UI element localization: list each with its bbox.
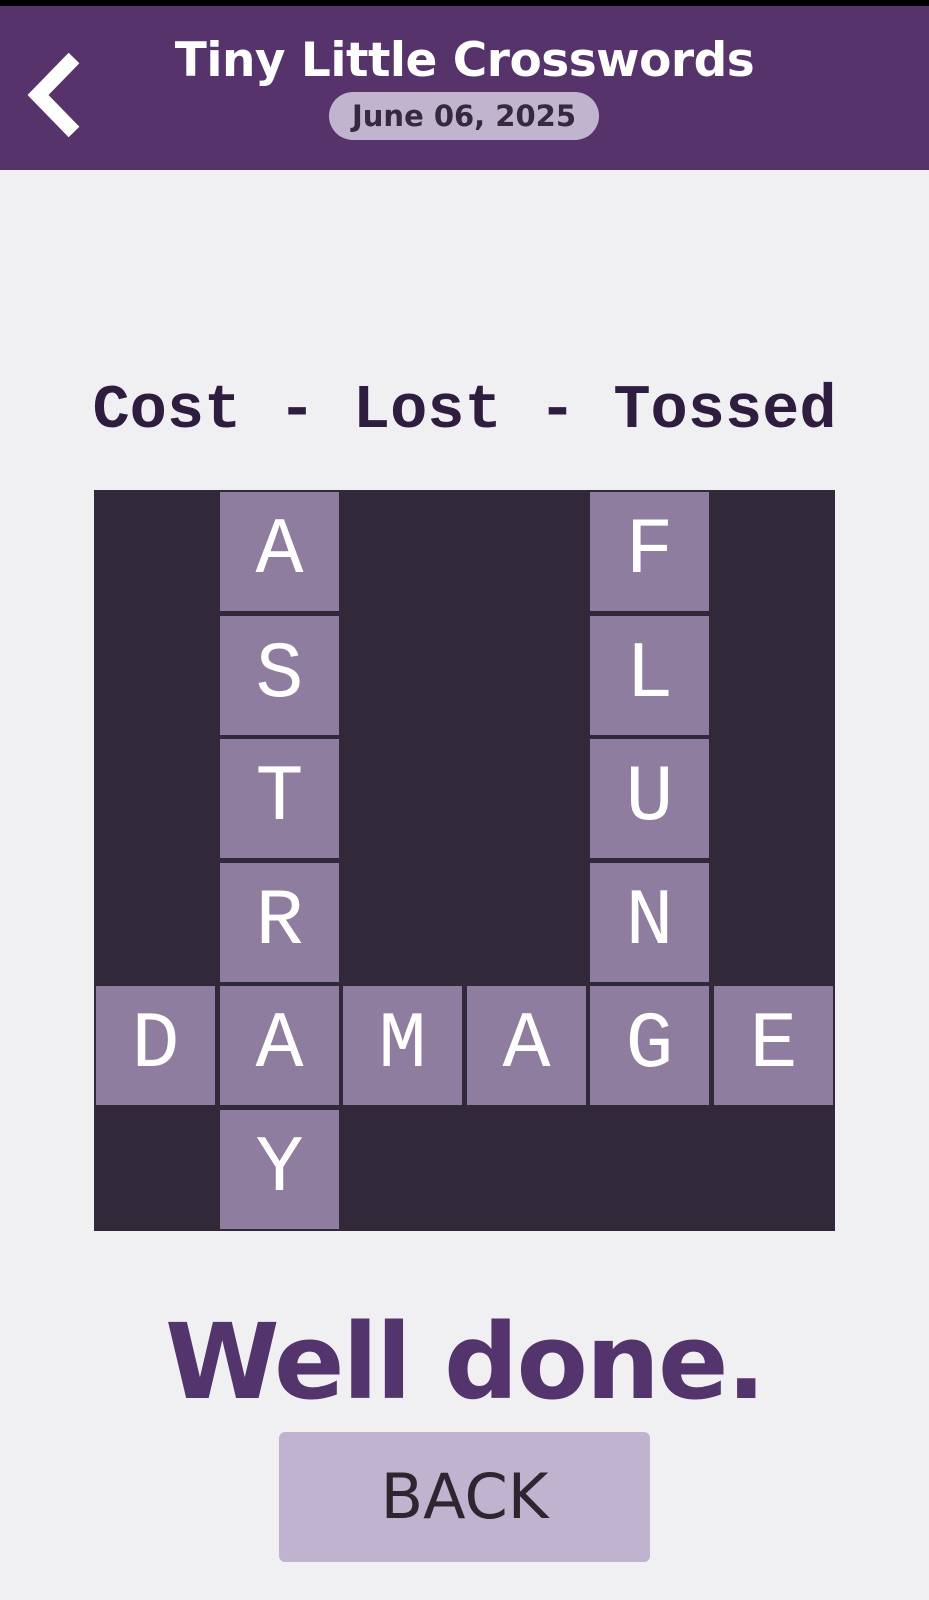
grid-cell[interactable]: N [590, 863, 709, 982]
grid-cell[interactable]: S [220, 616, 339, 735]
grid-cell[interactable]: A [220, 986, 339, 1105]
completion-message: Well done. [164, 1301, 766, 1423]
grid-cell[interactable]: L [590, 616, 709, 735]
grid-cell[interactable]: R [220, 863, 339, 982]
app-header: Tiny Little Crosswords June 06, 2025 [0, 6, 929, 170]
grid-cell[interactable]: E [714, 986, 833, 1105]
grid-cell[interactable]: Y [220, 1110, 339, 1229]
grid-cell[interactable]: M [343, 986, 462, 1105]
crossword-grid: ASTRAYFLUNGDMAE [94, 490, 835, 1231]
grid-cell[interactable]: D [96, 986, 215, 1105]
grid-cell[interactable]: G [590, 986, 709, 1105]
grid-cell[interactable]: A [467, 986, 586, 1105]
puzzle-clue: Cost - Lost - Tossed [92, 375, 837, 446]
date-badge: June 06, 2025 [329, 92, 599, 140]
grid-cell[interactable]: A [220, 492, 339, 611]
back-button[interactable]: BACK [279, 1432, 650, 1562]
grid-cell[interactable]: U [590, 739, 709, 858]
app-title: Tiny Little Crosswords [174, 33, 755, 88]
grid-cell[interactable]: F [590, 492, 709, 611]
grid-cell[interactable]: T [220, 739, 339, 858]
